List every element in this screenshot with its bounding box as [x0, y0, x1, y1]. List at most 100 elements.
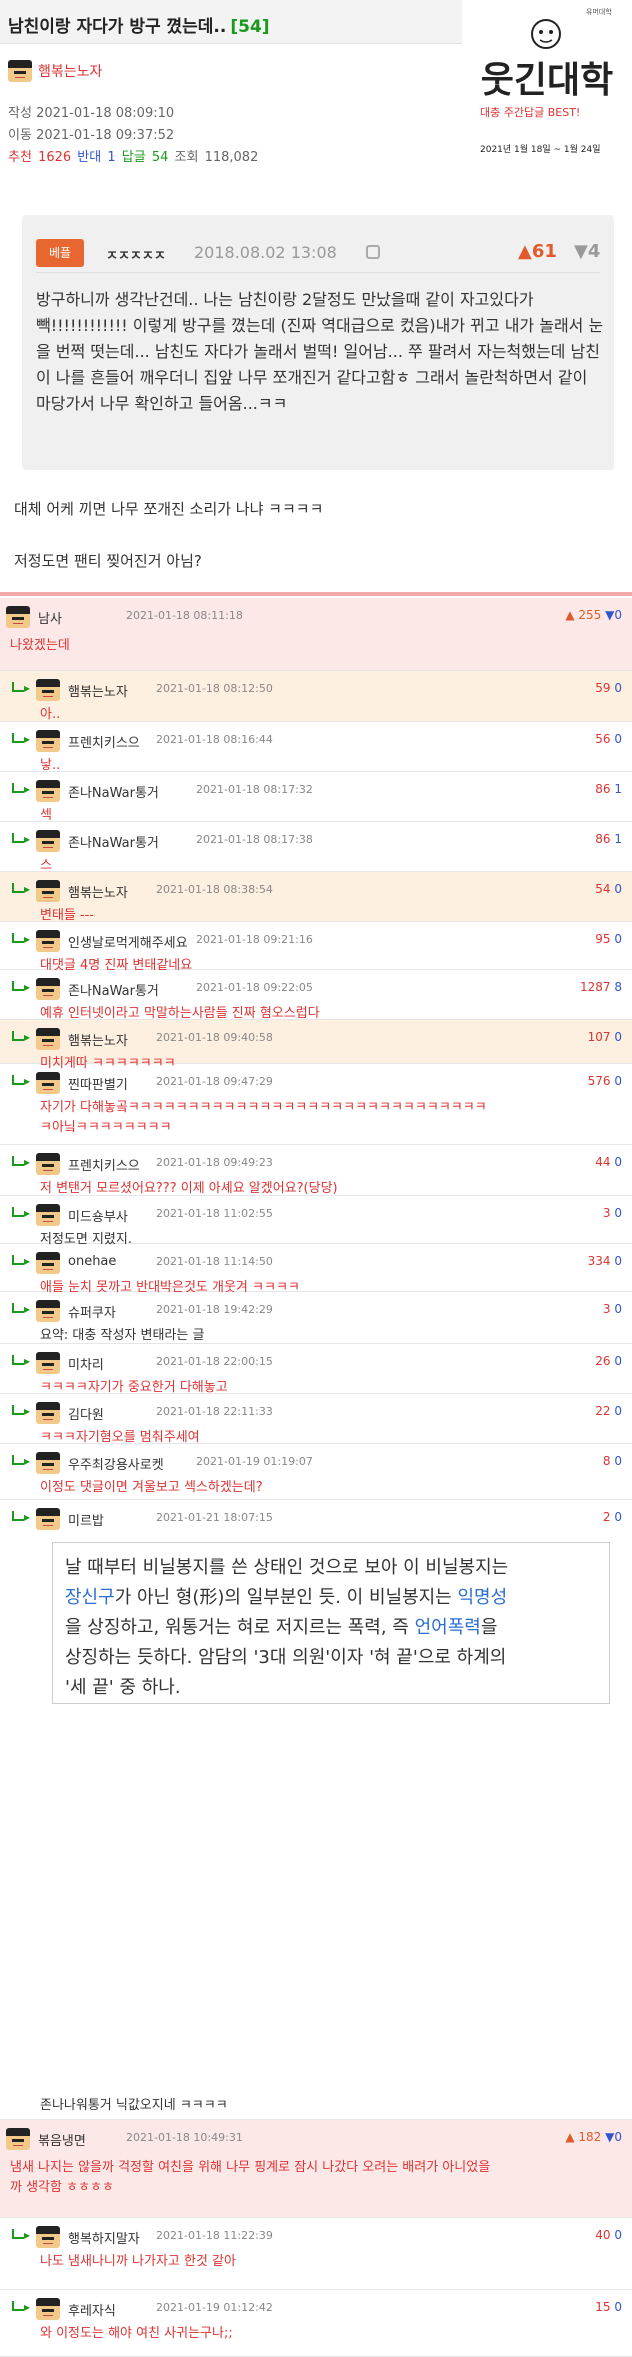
reply-arrow-icon: ▸ — [12, 1354, 30, 1368]
comment-head: ▸ 슈퍼쿠자 2021-01-18 19:42:29 3 0 — [0, 1300, 632, 1322]
comment-item: ▸ 존나NaWar통거 2021-01-18 09:22:05 1287 8 예휴 인터… — [0, 970, 632, 1021]
commenter-nick[interactable]: 햄볶는노자 — [68, 1030, 128, 1049]
comment-head: ▸ 존나NaWar통거 2021-01-18 08:17:38 86 1 — [0, 830, 632, 852]
comment-votes[interactable]: 107 0 — [588, 1030, 622, 1044]
commenter-nick[interactable]: 찐따판별기 — [68, 1074, 128, 1093]
comment-votes[interactable]: 8 0 — [603, 1454, 622, 1468]
commenter-nick[interactable]: 볶음냉면 — [38, 2130, 86, 2149]
commenter-avatar — [36, 1252, 60, 1274]
post-title[interactable]: 남친이랑 자다가 방구 꼈는데.. [54] — [8, 12, 270, 37]
comment-head: ▸ 김다원 2021-01-18 22:11:33 22 0 — [0, 1402, 632, 1424]
commenter-nick[interactable]: 우주최강용사로켓 — [68, 1454, 164, 1473]
comment-date: 2021-01-18 09:22:05 — [196, 981, 313, 994]
comment-votes[interactable]: 1287 8 — [580, 980, 622, 994]
commenter-nick[interactable]: 인생날로먹게해주세요 — [68, 932, 188, 951]
commenter-avatar — [36, 780, 60, 802]
comment-votes[interactable]: 22 0 — [595, 1404, 622, 1418]
wiki-link-jewelry[interactable]: 장신구 — [65, 1587, 115, 1608]
comment-votes[interactable]: 54 0 — [595, 882, 622, 896]
comment-date: 2021-01-18 08:17:32 — [196, 783, 313, 796]
reply-arrow-icon: ▸ — [12, 932, 30, 946]
comment-date: 2021-01-19 01:12:42 — [156, 2301, 273, 2314]
commenter-nick[interactable]: 프렌치키스으 — [68, 732, 140, 751]
comment-head: ▸ 후레자식 2021-01-19 01:12:42 15 0 — [0, 2298, 632, 2320]
comment-body: 스 — [40, 858, 52, 873]
comment-head: ▸ 미르밥 2021-01-21 18:07:15 2 0 — [0, 1508, 632, 1530]
commenter-nick[interactable]: 미드숑부사 — [68, 1206, 128, 1225]
comment-head: ▸ 햄볶는노자 2021-01-18 08:38:54 54 0 — [0, 880, 632, 902]
comment-item: ▸ 햄볶는노자 2021-01-18 08:12:50 59 0 아.. — [0, 671, 632, 722]
commenter-nick[interactable]: 미르밥 — [68, 1510, 104, 1529]
reply-arrow-icon: ▸ — [12, 1074, 30, 1088]
commenter-nick[interactable]: 존나NaWar통거 — [68, 980, 159, 999]
commenter-nick[interactable]: onehae — [68, 1254, 116, 1269]
comment-head: 남사 2021-01-18 08:11:18 ▲ 255 ▼0 — [0, 606, 632, 628]
commenter-nick[interactable]: 후레자식 — [68, 2300, 116, 2319]
comment-item: ▸ 후레자식 2021-01-19 01:12:42 15 0 와 이정도는 해야 여친… — [0, 2290, 632, 2357]
comment-votes[interactable]: 26 0 — [595, 1354, 622, 1368]
commenter-nick[interactable]: 프렌치키스으 — [68, 1155, 140, 1174]
comment-item: ▸ 프렌치키스으 2021-01-18 09:49:23 44 0 저 변탠거 모르셨어… — [0, 1145, 632, 1196]
comment-votes[interactable]: 576 0 — [588, 1074, 622, 1088]
commenter-nick[interactable]: 존나NaWar통거 — [68, 832, 159, 851]
commenter-avatar — [6, 606, 30, 628]
comment-votes[interactable]: 59 0 — [595, 681, 622, 695]
commenter-avatar — [36, 1300, 60, 1322]
commenter-avatar — [36, 1028, 60, 1050]
post-line-1: 대체 어케 끼면 나무 쪼개진 소리가 나냐 ㅋㅋㅋㅋ — [14, 500, 324, 518]
author-name[interactable]: 햄볶는노자 — [38, 64, 102, 80]
wiki-link-verbal-abuse[interactable]: 언어폭력 — [415, 1617, 481, 1638]
comment-body: ㅋㅋㅋㅋ자기가 중요한거 다해놓고 — [40, 1380, 228, 1395]
comment-item: ▸ 인생날로먹게해주세요 2021-01-18 09:21:16 95 0 대댓글 4명… — [0, 922, 632, 973]
comment-votes[interactable]: 334 0 — [588, 1254, 622, 1268]
comment-head: 볶음냉면 2021-01-18 10:49:31 ▲ 182 ▼0 — [0, 2128, 632, 2150]
wiki-link-anonymity[interactable]: 익명성 — [457, 1587, 507, 1608]
commenter-nick[interactable]: 존나NaWar통거 — [68, 782, 159, 801]
comment-item: ▸ 존나NaWar통거 2021-01-18 08:17:32 86 1 섹 — [0, 772, 632, 823]
comment-body: 이정도 댓글이면 겨울보고 섹스하겠는데? — [40, 1480, 263, 1495]
comment-date: 2021-01-18 11:22:39 — [156, 2229, 273, 2242]
commenter-nick[interactable]: 행복하지말자 — [68, 2228, 140, 2247]
reply-arrow-icon: ▸ — [12, 1454, 30, 1468]
reply-arrow-icon: ▸ — [12, 1206, 30, 1220]
commenter-nick[interactable]: 남사 — [38, 608, 62, 627]
comment-votes[interactable]: 86 1 — [595, 832, 622, 846]
oppose-label: 반대 — [77, 150, 102, 165]
commenter-avatar — [36, 1352, 60, 1374]
comment-votes[interactable]: 86 1 — [595, 782, 622, 796]
comment-votes[interactable]: ▲ 182 ▼0 — [565, 2130, 622, 2144]
quoted-wiki-box: 날 때부터 비닐봉지를 쓴 상태인 것으로 보아 이 비닐봉지는 장신구가 아닌 … — [52, 1542, 610, 1704]
reply-arrow-icon: ▸ — [12, 882, 30, 896]
comment-votes[interactable]: 40 0 — [595, 2228, 622, 2242]
reply-arrow-icon: ▸ — [12, 980, 30, 994]
comment-date: 2021-01-18 19:42:29 — [156, 1303, 273, 1316]
comment-head: ▸ 미드숑부사 2021-01-18 11:02:55 3 0 — [0, 1204, 632, 1226]
commenter-nick[interactable]: 미차리 — [68, 1354, 104, 1373]
commenter-avatar — [36, 1508, 60, 1530]
comment-votes[interactable]: 3 0 — [603, 1302, 622, 1316]
commenter-avatar — [36, 930, 60, 952]
commenter-nick[interactable]: 햄볶는노자 — [68, 681, 128, 700]
comment-head: ▸ 햄볶는노자 2021-01-18 09:40:58 107 0 — [0, 1028, 632, 1050]
comment-votes[interactable]: 95 0 — [595, 932, 622, 946]
commenter-nick[interactable]: 햄볶는노자 — [68, 882, 128, 901]
comment-head: ▸ 존나NaWar통거 2021-01-18 09:22:05 1287 8 — [0, 978, 632, 1000]
comment-votes[interactable]: 44 0 — [595, 1155, 622, 1169]
comment-votes[interactable]: 2 0 — [603, 1510, 622, 1524]
comment-date: 2021-01-21 18:07:15 — [156, 1511, 273, 1524]
comment-date: 2021-01-18 08:38:54 — [156, 883, 273, 896]
comment-item: 볶음냉면 2021-01-18 10:49:31 ▲ 182 ▼0 냄새 나지는 않을… — [0, 2120, 632, 2218]
comment-item: ▸ 햄볶는노자 2021-01-18 08:38:54 54 0 변태들 --- — [0, 872, 632, 923]
reply-arrow-icon: ▸ — [12, 2300, 30, 2314]
comment-votes[interactable]: 56 0 — [595, 732, 622, 746]
reply-arrow-icon: ▸ — [12, 732, 30, 746]
comment-head: ▸ 찐따판별기 2021-01-18 09:47:29 576 0 — [0, 1072, 632, 1094]
comment-votes[interactable]: ▲ 255 ▼0 — [565, 608, 622, 622]
comment-votes[interactable]: 3 0 — [603, 1206, 622, 1220]
comment-item: ▸ 존나NaWar통거 2021-01-18 08:17:38 86 1 스 — [0, 822, 632, 873]
comments-divider — [0, 592, 632, 596]
comment-date: 2021-01-18 09:21:16 — [196, 933, 313, 946]
commenter-nick[interactable]: 슈퍼쿠자 — [68, 1302, 116, 1321]
commenter-nick[interactable]: 김다원 — [68, 1404, 104, 1423]
comment-votes[interactable]: 15 0 — [595, 2300, 622, 2314]
